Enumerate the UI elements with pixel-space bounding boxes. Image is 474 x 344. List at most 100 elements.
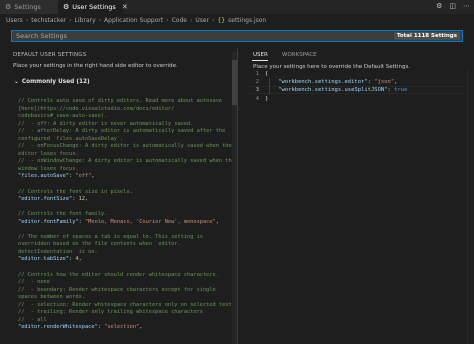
setting-value: true: [394, 87, 408, 94]
code-line: configured `files.autoSaveDelay`.: [18, 136, 232, 144]
tab-workspace[interactable]: WORKSPACE: [282, 52, 317, 61]
code-line: overridden based on the file contents wh…: [18, 241, 232, 249]
code-comment: configured `files.autoSaveDelay`.: [18, 135, 124, 142]
code-line: "editor.fontSize": 12,: [18, 196, 232, 204]
code-comment: // - off: A dirty editor is never automa…: [18, 120, 194, 127]
code-line: // - none: [18, 279, 232, 287]
tab-settings[interactable]: ⚙ Settings: [0, 0, 58, 14]
setting-value: "off": [75, 173, 92, 180]
code-comment: // - all: [18, 316, 47, 323]
punctuation: ,: [139, 324, 143, 331]
punctuation: ,: [78, 256, 82, 263]
line-number-gutter: 1 2 3 4: [249, 70, 259, 103]
search-settings-box: Total 1118 Settings: [11, 30, 463, 42]
code-comment: window loses focus.: [18, 165, 79, 172]
close-icon[interactable]: ✕: [122, 3, 128, 11]
setting-key: "workbench.settings.useSplitJSON": [278, 87, 388, 94]
default-settings-editor[interactable]: // Controls auto save of dirty editors. …: [18, 98, 232, 332]
code-comment: detectIndentation` is on.: [18, 248, 98, 255]
setting-key: "editor.renderWhitespace": [18, 324, 98, 331]
section-commonly-used[interactable]: ⌄ Commonly Used (12): [14, 79, 90, 85]
line-number: 3: [255, 87, 259, 94]
code-line: // The number of spaces a tab is equal t…: [18, 234, 232, 242]
code-line: }: [265, 95, 407, 103]
setting-value: "json": [374, 79, 395, 86]
brace: {: [265, 71, 269, 77]
search-input[interactable]: [12, 31, 376, 41]
code-line: // - onFocusChange: A dirty editor is au…: [18, 143, 232, 151]
breadcrumb-item[interactable]: Code: [172, 17, 187, 24]
setting-value: "selection": [104, 324, 140, 331]
tab-user-settings-label: User Settings: [72, 3, 116, 11]
chevron-down-icon: ⌄: [14, 79, 19, 85]
code-comment: [here](https://code.visualstudio.com/doc…: [18, 105, 175, 112]
code-comment: codebasics#_save-auto-save).: [18, 113, 108, 120]
punctuation: ,: [85, 196, 89, 203]
setting-key: "editor.fontSize": [18, 196, 73, 203]
code-line: "editor.fontFamily": "Menlo, Monaco, 'Co…: [18, 219, 232, 227]
tab-user-settings[interactable]: ⚙ User Settings ✕: [58, 0, 128, 14]
code-comment: // Controls the font family.: [18, 211, 108, 218]
user-settings-editor[interactable]: { "workbench.settings.editor": "json", "…: [265, 70, 407, 103]
breadcrumb-item[interactable]: techstacker: [31, 17, 66, 24]
breadcrumb-item[interactable]: Library: [75, 17, 96, 24]
chevron-right-icon: ›: [98, 16, 102, 24]
section-title: Commonly Used (12): [21, 79, 90, 85]
code-comment: // - onFocusChange: A dirty editor is au…: [18, 143, 232, 150]
setting-key: "editor.tabSize": [18, 256, 70, 263]
punctuation: ,: [91, 173, 95, 180]
code-comment: // - selection: Render whitespace charac…: [18, 301, 232, 308]
code-line: window loses focus.: [18, 166, 232, 174]
open-settings-icon[interactable]: ⚙: [436, 2, 442, 10]
editor-actions: ⚙ ◫ ⋯: [436, 2, 470, 10]
code-line: // Controls the font family.: [18, 211, 232, 219]
code-line: "editor.renderWhitespace": "selection",: [18, 324, 232, 332]
code-line: // Controls auto save of dirty editors. …: [18, 98, 232, 106]
brace: }: [265, 95, 269, 102]
tab-settings-label: Settings: [14, 3, 41, 11]
code-comment: // The number of spaces a tab is equal t…: [18, 233, 203, 240]
code-comment: // - none: [18, 279, 50, 286]
gear-icon: ⚙: [5, 3, 12, 11]
code-line: "workbench.settings.editor": "json",: [265, 78, 407, 86]
code-comment: // - boundary: Render whitespace charact…: [18, 286, 216, 293]
chevron-right-icon: ›: [166, 16, 169, 24]
line-number: 2: [255, 79, 259, 86]
breadcrumb-item[interactable]: settings.json: [228, 17, 266, 24]
settings-file-icon: {}: [217, 16, 226, 24]
active-tab-indicator: [252, 60, 268, 61]
code-line: // - off: A dirty editor is never automa…: [18, 121, 232, 129]
code-line: spaces between words.: [18, 294, 232, 302]
code-comment: // - afterDelay: A dirty editor is autom…: [18, 128, 226, 135]
breadcrumb-item[interactable]: Application Support: [104, 17, 163, 24]
code-line: // - all: [18, 317, 232, 325]
code-line: "files.autoSave": "off",: [18, 173, 232, 181]
line-number: 1: [255, 71, 259, 77]
setting-value: "Menlo, Monaco, 'Courier New', monospace…: [84, 218, 216, 225]
breadcrumb-item[interactable]: Users: [6, 17, 23, 24]
code-comment: // Controls how the editor should render…: [18, 271, 219, 278]
code-line: "editor.tabSize": 4,: [18, 256, 232, 264]
code-comment: // - onWindowChange: A dirty editor is a…: [18, 158, 232, 165]
line-number: 4: [255, 95, 259, 102]
default-settings-description: Place your settings in the right hand si…: [13, 63, 178, 69]
code-line: codebasics#_save-auto-save).: [18, 113, 232, 121]
code-line: // Controls the font size in pixels.: [18, 189, 232, 197]
code-line: // - trailing: Render only trailing whit…: [18, 309, 232, 317]
code-line: // - onWindowChange: A dirty editor is a…: [18, 158, 232, 166]
code-comment: editor loses focus.: [18, 150, 79, 157]
code-comment: // Controls auto save of dirty editors. …: [18, 98, 223, 104]
more-actions-icon[interactable]: ⋯: [463, 2, 470, 10]
code-line: // - afterDelay: A dirty editor is autom…: [18, 128, 232, 136]
chevron-right-icon: ›: [189, 16, 193, 24]
breadcrumb-item[interactable]: User: [195, 17, 209, 24]
code-line: // - selection: Render whitespace charac…: [18, 302, 232, 310]
punctuation: ,: [394, 79, 398, 86]
code-line: editor loses focus.: [18, 151, 232, 159]
split-editor-icon[interactable]: ◫: [449, 2, 456, 10]
code-line: // - boundary: Render whitespace charact…: [18, 287, 232, 295]
pane-divider[interactable]: [237, 48, 238, 344]
